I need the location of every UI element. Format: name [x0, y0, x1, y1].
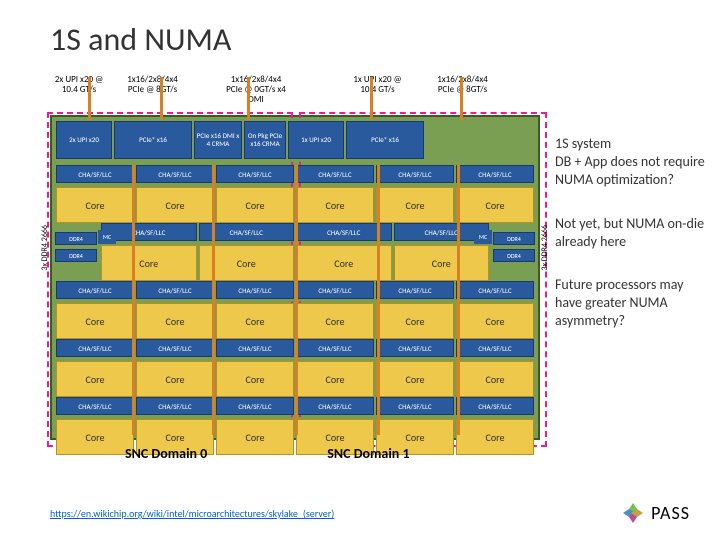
- label-dmi: 1x16/2x8/4x4 PCIe @ 0GT/s x4 DMI: [225, 75, 287, 105]
- snc-labels: SNC Domain 0 SNC Domain 1: [50, 445, 540, 462]
- ddr-label-right: 3x DDR4 2666: [540, 225, 550, 271]
- cha-block: CHA/SF/LLC: [376, 397, 454, 415]
- core-block: Core: [216, 361, 294, 397]
- cha-block: CHA/SF/LLC: [296, 281, 374, 299]
- label-pcie1: 1x16/2x8/4x4 PCIe @ 8GT/s: [125, 75, 180, 95]
- slide-title: 1S and NUMA: [0, 0, 720, 69]
- ddr-right: DDR4 DDR4: [493, 232, 535, 262]
- arrow-icon: [160, 77, 163, 120]
- arrow-icon: [377, 165, 380, 435]
- cha-block: CHA/SF/LLC: [456, 165, 534, 183]
- cha-block: CHA/SF/LLC: [136, 397, 214, 415]
- cha-block: CHA/SF/LLC: [456, 281, 534, 299]
- core-block: Core: [296, 187, 374, 223]
- pass-logo-text: PASS: [651, 502, 690, 524]
- ddr-block: DDR4: [493, 249, 535, 262]
- pass-logo: PASS: [621, 501, 690, 525]
- mc-left: MC: [98, 230, 116, 244]
- ddr-block: DDR4: [493, 232, 535, 245]
- arrow-icon: [247, 77, 250, 120]
- core-block: Core: [376, 187, 454, 223]
- io-band: 2x UPI x20 PCIe* x16 PCIe x16 DMI x 4 CR…: [52, 120, 538, 160]
- cha-block: CHA/SF/LLC: [376, 165, 454, 183]
- onpkg-block: On Pkg PCIe x16 CRMA: [244, 121, 286, 159]
- cha-block: CHA/SF/LLC: [136, 281, 214, 299]
- cha-block: CHA/SF/LLC: [216, 165, 294, 183]
- core-block: Core: [216, 187, 294, 223]
- note-2: Not yet, but NUMA on-die already here: [555, 215, 705, 251]
- cha-block: CHA/SF/LLC: [56, 397, 134, 415]
- snc0-label: SNC Domain 0: [125, 445, 207, 462]
- cha-block: CHA/SF/LLC: [56, 281, 134, 299]
- chip-die: 2x UPI x20 PCIe* x16 PCIe x16 DMI x 4 CR…: [50, 115, 540, 440]
- ddr-block: DDR4: [55, 249, 97, 262]
- source-link[interactable]: https://en.wikichip.org/wiki/intel/micro…: [50, 507, 334, 520]
- core-block: Core: [296, 303, 374, 339]
- snc1-label: SNC Domain 1: [327, 445, 409, 462]
- cha-block: CHA/SF/LLC: [136, 165, 214, 183]
- core-block: Core: [456, 187, 534, 223]
- cha-block: CHA/SF/LLC: [216, 397, 294, 415]
- core-block: Core: [56, 361, 134, 397]
- cha-block: CHA/SF/LLC: [296, 339, 374, 357]
- cha-block: CHA/SF/LLC: [456, 339, 534, 357]
- ddr-left: DDR4 DDR4: [55, 232, 97, 262]
- dmi-block: PCIe x16 DMI x 4 CRMA: [194, 121, 242, 159]
- upi1-block: 1x UPI x20: [288, 121, 344, 159]
- arrow-icon: [370, 77, 373, 120]
- cha-block: CHA/SF/LLC: [216, 281, 294, 299]
- cha-block: CHA/SF/LLC: [136, 339, 214, 357]
- core-block: Core: [101, 245, 197, 281]
- cha-block: CHA/SF/LLC: [456, 397, 534, 415]
- core-block: Core: [296, 361, 374, 397]
- core-block: Core: [376, 361, 454, 397]
- pcie-block2: PCIe* x16: [346, 121, 424, 159]
- core-block: Core: [456, 303, 534, 339]
- pcie-block: PCIe* x16: [114, 121, 192, 159]
- arrow-icon: [460, 77, 463, 120]
- core-block: Core: [136, 361, 214, 397]
- core-block: Core: [394, 245, 490, 281]
- core-block: Core: [136, 187, 214, 223]
- cha-block: CHA/SF/LLC: [216, 339, 294, 357]
- top-labels: 2x UPI x20 @ 10.4 GT/s 1x16/2x8/4x4 PCIe…: [50, 75, 540, 115]
- mc-right: MC: [474, 230, 492, 244]
- cha-block: CHA/SF/LLC: [376, 339, 454, 357]
- label-upi2: 2x UPI x20 @ 10.4 GT/s: [53, 75, 105, 95]
- arrow-icon: [457, 165, 460, 435]
- label-upi1: 1x UPI x20 @ 10.4 GT/s: [350, 75, 405, 95]
- cha-block: CHA/SF/LLC: [296, 397, 374, 415]
- core-block: Core: [56, 303, 134, 339]
- cha-block: CHA/SF/LLC: [56, 165, 134, 183]
- note-1: 1S system DB + App does not require NUMA…: [555, 135, 705, 190]
- note-3: Future processors may have greater NUMA …: [555, 276, 705, 331]
- arrow-icon: [212, 165, 215, 435]
- core-block: Core: [456, 361, 534, 397]
- arrow-icon: [88, 77, 91, 120]
- notes-column: 1S system DB + App does not require NUMA…: [555, 135, 705, 356]
- ddr-label-left: 3x DDR4 2666: [40, 225, 50, 271]
- core-block: Core: [376, 303, 454, 339]
- upi-block: 2x UPI x20: [56, 121, 112, 159]
- core-block: Core: [216, 303, 294, 339]
- cha-block: CHA/SF/LLC: [296, 165, 374, 183]
- numa-diagram: 2x UPI x20 @ 10.4 GT/s 1x16/2x8/4x4 PCIe…: [50, 75, 540, 475]
- arrow-icon: [132, 165, 135, 435]
- cha-block: CHA/SF/LLC: [376, 281, 454, 299]
- core-block: Core: [136, 303, 214, 339]
- ddr-block: DDR4: [55, 232, 97, 245]
- pass-logo-icon: [621, 501, 645, 525]
- arrow-icon: [295, 165, 298, 435]
- cha-block: CHA/SF/LLC: [56, 339, 134, 357]
- core-block: Core: [56, 187, 134, 223]
